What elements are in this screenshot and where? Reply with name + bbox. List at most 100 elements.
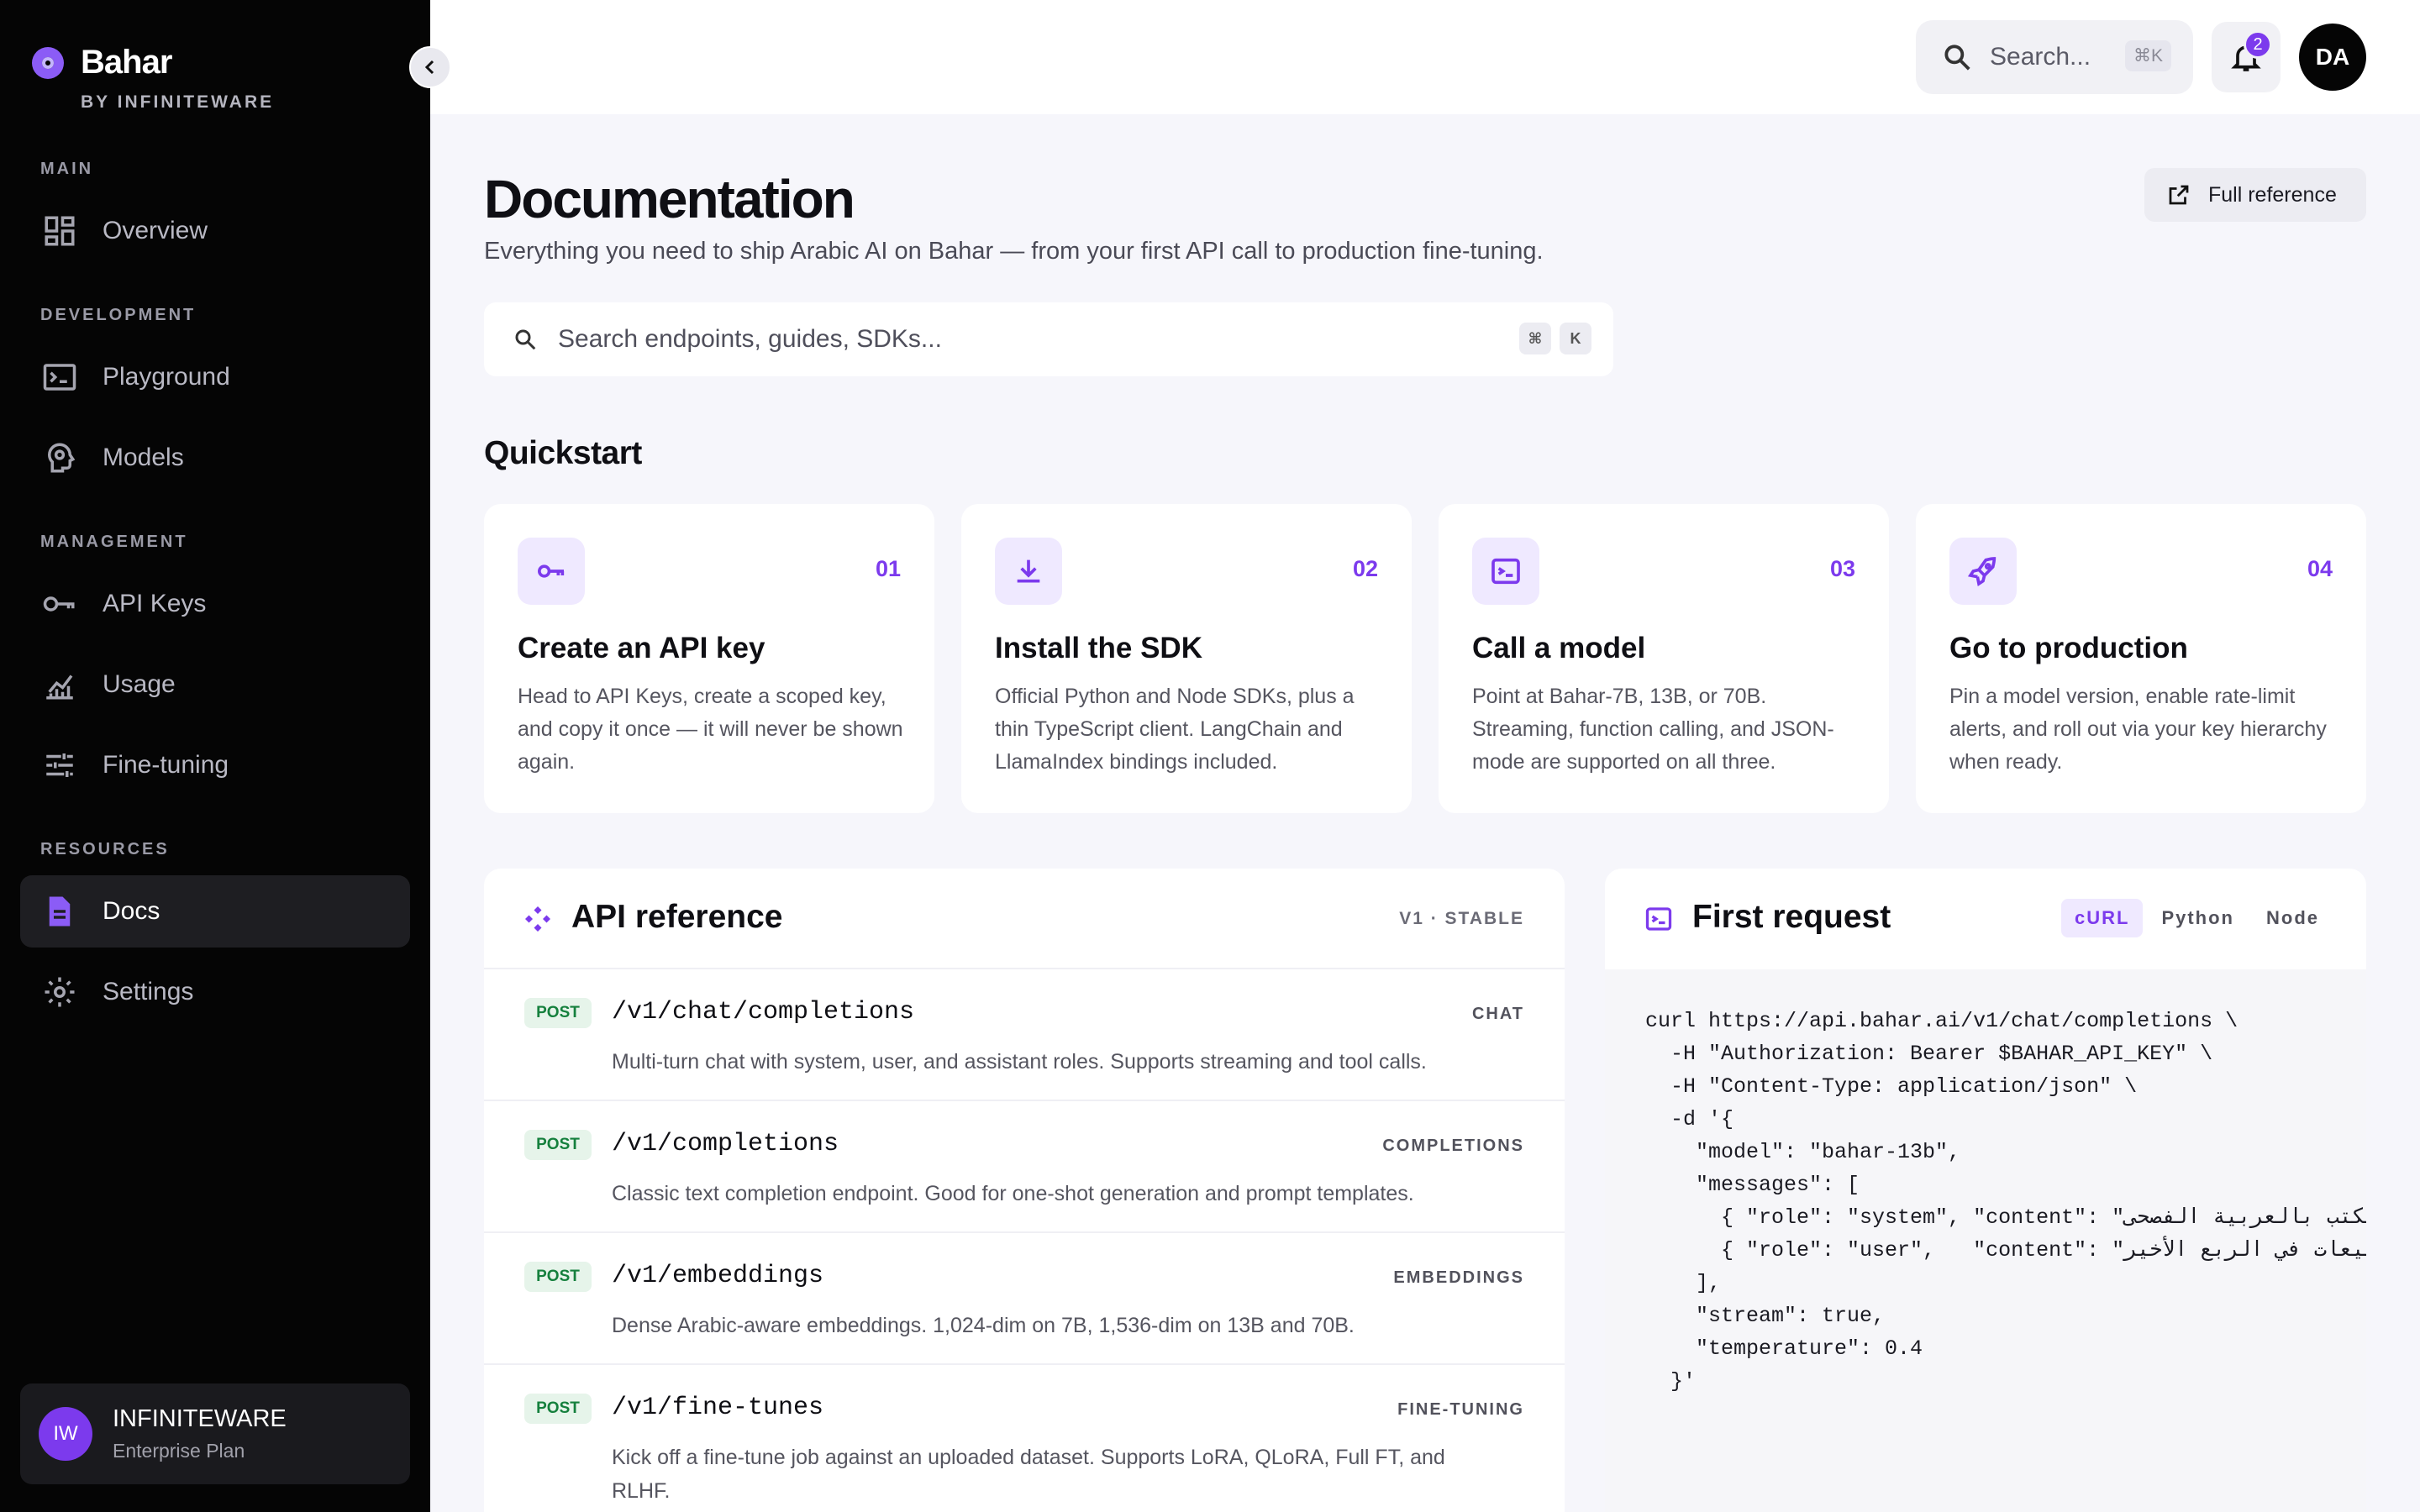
first-request-header: First request cURL Python Node — [1605, 869, 2366, 969]
user-avatar[interactable]: DA — [2299, 24, 2366, 91]
endpoint-row[interactable]: POST /v1/chat/completions CHAT Multi-tur… — [484, 969, 1565, 1101]
external-link-icon — [2169, 185, 2189, 205]
method-badge: POST — [524, 1130, 592, 1160]
document-icon — [49, 896, 71, 927]
chevron-left-icon — [424, 60, 434, 75]
download-icon — [995, 538, 1062, 605]
step-title: Create an API key — [518, 632, 765, 664]
code-content: curl https://api.bahar.ai/v1/chat/comple… — [1645, 1009, 2366, 1394]
tab-curl[interactable]: cURL — [2060, 899, 2144, 937]
endpoint-tag: CHAT — [1471, 1005, 1524, 1023]
search-icon — [1944, 45, 1970, 71]
endpoint-path: /v1/chat/completions — [612, 998, 915, 1026]
api-reference-header: API reference V1 · STABLE — [484, 869, 1565, 969]
sidebar-item-settings[interactable]: Settings — [20, 956, 410, 1028]
brain-head-icon — [47, 443, 76, 473]
sidebar: Bahar BY INFINITEWARE MAIN Overview DEVE… — [0, 0, 430, 1512]
key-icon — [43, 596, 75, 612]
quickstart-heading: Quickstart — [484, 435, 642, 471]
endpoint-tag: EMBEDDINGS — [1393, 1268, 1524, 1287]
endpoint-path: /v1/completions — [612, 1130, 839, 1158]
global-search[interactable]: Search... ⌘K — [1916, 20, 2193, 94]
code-block[interactable]: curl https://api.bahar.ai/v1/chat/comple… — [1605, 969, 2366, 1512]
step-title: Go to production — [1949, 632, 2188, 664]
search-shortcut: ⌘K — [2124, 40, 2171, 71]
topbar: Search... ⌘K 2 DA — [430, 0, 2420, 114]
sidebar-item-playground[interactable]: Playground — [20, 341, 410, 413]
org-switcher[interactable]: IW INFINITEWARE Enterprise Plan — [20, 1383, 410, 1484]
endpoint-tag: COMPLETIONS — [1382, 1137, 1524, 1155]
first-request-title: First request — [1692, 899, 1891, 935]
step-number: 02 — [1352, 556, 1378, 581]
sidebar-item-label: Overview — [103, 217, 208, 244]
sidebar-item-models[interactable]: Models — [20, 422, 410, 494]
quickstart-card-install-sdk[interactable]: 02 Install the SDK Official Python and N… — [961, 504, 1412, 813]
kbd-cmd: ⌘ — [1519, 323, 1551, 354]
method-badge: POST — [524, 1262, 592, 1292]
sidebar-item-overview[interactable]: Overview — [20, 195, 410, 267]
page-title: Documentation — [484, 169, 855, 229]
section-label-main: MAIN — [40, 160, 94, 178]
docs-search-placeholder: Search endpoints, guides, SDKs... — [558, 325, 942, 353]
step-title: Install the SDK — [995, 632, 1202, 664]
endpoint-description: Kick off a fine-tune job against an uplo… — [612, 1446, 1445, 1503]
section-label-development: DEVELOPMENT — [40, 306, 197, 324]
search-icon — [515, 329, 536, 350]
grid-icon — [45, 216, 75, 246]
step-description: Pin a model version, enable rate-limit a… — [1949, 685, 2327, 774]
sidebar-item-label: API Keys — [103, 590, 207, 617]
endpoint-description: Classic text completion endpoint. Good f… — [612, 1182, 1414, 1205]
endpoint-row[interactable]: POST /v1/completions COMPLETIONS Classic… — [484, 1101, 1565, 1233]
sidebar-item-label: Usage — [103, 670, 176, 698]
quickstart-card-api-key[interactable]: 01 Create an API key Head to API Keys, c… — [484, 504, 934, 813]
terminal-icon — [1472, 538, 1539, 605]
api-version-badge: V1 · STABLE — [1399, 909, 1524, 928]
notifications-button[interactable]: 2 — [2212, 22, 2281, 92]
tab-python[interactable]: Python — [2148, 899, 2248, 937]
full-reference-label: Full reference — [2208, 182, 2337, 207]
terminal-icon — [1645, 907, 1672, 931]
sidebar-item-label: Settings — [103, 978, 194, 1005]
endpoint-row[interactable]: POST /v1/embeddings EMBEDDINGS Dense Ara… — [484, 1233, 1565, 1365]
step-description: Head to API Keys, create a scoped key, a… — [518, 685, 903, 774]
brand[interactable]: Bahar — [32, 44, 172, 81]
method-badge: POST — [524, 998, 592, 1028]
step-number: 04 — [2307, 556, 2333, 581]
quickstart-card-call-model[interactable]: 03 Call a model Point at Bahar-7B, 13B, … — [1439, 504, 1889, 813]
quickstart-card-production[interactable]: 04 Go to production Pin a model version,… — [1916, 504, 2366, 813]
api-reference-title: API reference — [571, 899, 783, 935]
step-title: Call a model — [1472, 632, 1646, 664]
endpoint-description: Dense Arabic-aware embeddings. 1,024-dim… — [612, 1314, 1355, 1337]
endpoint-description: Multi-turn chat with system, user, and a… — [612, 1050, 1427, 1074]
gear-icon — [45, 977, 75, 1007]
tab-node[interactable]: Node — [2253, 899, 2333, 937]
components-icon — [525, 906, 550, 932]
section-label-management: MANAGEMENT — [40, 533, 188, 551]
full-reference-button[interactable]: Full reference — [2144, 168, 2366, 222]
language-tabs: cURL Python Node — [2056, 899, 2333, 937]
kbd-k: K — [1560, 323, 1591, 354]
sidebar-item-fine-tuning[interactable]: Fine-tuning — [20, 729, 410, 801]
method-badge: POST — [524, 1394, 592, 1424]
api-reference-card: API reference V1 · STABLE POST /v1/chat/… — [484, 869, 1565, 1512]
step-number: 03 — [1829, 556, 1855, 581]
step-description: Official Python and Node SDKs, plus a th… — [995, 685, 1355, 774]
sidebar-item-label: Docs — [103, 897, 160, 925]
sidebar-item-usage[interactable]: Usage — [20, 648, 410, 721]
page-subtitle: Everything you need to ship Arabic AI on… — [484, 238, 1544, 265]
endpoint-row[interactable]: POST /v1/fine-tunes FINE-TUNING Kick off… — [484, 1365, 1565, 1512]
sidebar-item-api-keys[interactable]: API Keys — [20, 568, 410, 640]
rocket-icon — [1949, 538, 2017, 605]
collapse-sidebar-button[interactable] — [409, 46, 451, 88]
sidebar-item-docs[interactable]: Docs — [20, 875, 410, 948]
bahar-logo-icon — [32, 46, 64, 79]
docs-search-input[interactable]: Search endpoints, guides, SDKs... ⌘ K — [484, 302, 1613, 376]
terminal-icon — [43, 364, 76, 391]
endpoint-path: /v1/fine-tunes — [612, 1394, 824, 1422]
step-number: 01 — [875, 556, 901, 581]
brand-subtitle: BY INFINITEWARE — [81, 92, 275, 112]
notification-badge: 2 — [2244, 30, 2272, 59]
chart-icon — [46, 675, 73, 700]
section-label-resources: RESOURCES — [40, 840, 170, 858]
first-request-card: First request cURL Python Node curl http… — [1605, 869, 2366, 1512]
